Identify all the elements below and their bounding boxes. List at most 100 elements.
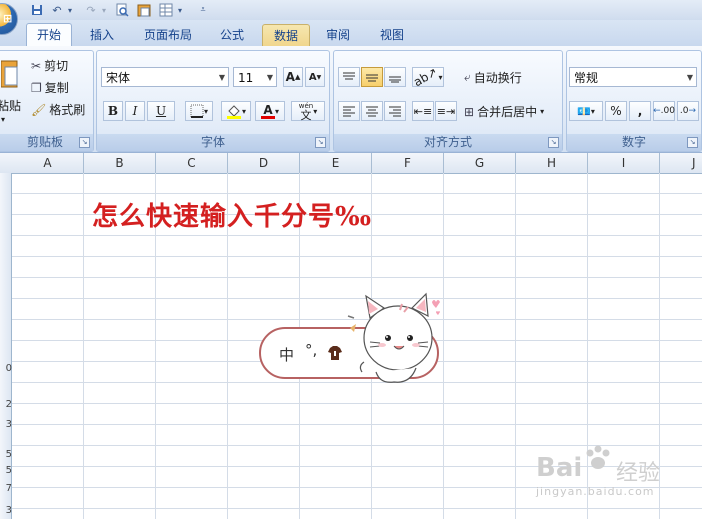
decrease-decimal-button[interactable]: .0 → <box>677 101 699 121</box>
font-color-swatch <box>260 115 275 119</box>
underline-button[interactable]: U <box>147 101 175 121</box>
accounting-format-button[interactable]: 💶 ▾ <box>569 101 603 121</box>
paste-button[interactable]: 粘贴 <box>0 97 21 114</box>
tab-page-layout[interactable]: 页面布局 <box>136 24 200 46</box>
merge-center-button[interactable]: ⊞ 合并后居中 ▾ <box>464 103 544 120</box>
decrease-indent-button[interactable]: ⇤≡ <box>412 101 434 121</box>
font-family-value: 宋体 <box>106 71 131 85</box>
row-number[interactable]: 3 <box>0 419 12 430</box>
increase-indent-button[interactable]: ≡⇥ <box>435 101 457 121</box>
cat-mascot-icon <box>347 292 440 383</box>
row-number[interactable]: 3 <box>0 505 12 516</box>
tab-view[interactable]: 视图 <box>370 24 414 46</box>
align-middle-icon <box>366 74 378 82</box>
tab-review[interactable]: 审阅 <box>316 24 360 46</box>
cut-label: 剪切 <box>44 59 69 73</box>
clipboard-group: 粘贴 ▾ ✂ 剪切 ❐ 复制 🖌 格式刷 剪贴板 ↘ <box>0 50 94 152</box>
undo-dropdown-icon[interactable]: ▾ <box>66 2 74 18</box>
redo-dropdown-icon[interactable]: ▾ <box>100 2 108 18</box>
office-logo-icon: ⊞ <box>3 12 13 25</box>
row-number[interactable]: 0 <box>0 363 12 374</box>
column-header-g[interactable]: G <box>444 153 516 173</box>
align-top-button[interactable] <box>338 67 360 87</box>
sheet-title-text: 怎么快速输入千分号‰ <box>92 202 373 232</box>
column-header-j[interactable]: J <box>660 153 702 173</box>
align-left-button[interactable] <box>338 101 360 121</box>
bold-button[interactable]: B <box>103 101 123 121</box>
print-preview-icon[interactable] <box>114 2 130 18</box>
align-middle-button[interactable] <box>361 67 383 87</box>
tab-insert[interactable]: 插入 <box>80 24 124 46</box>
column-header-e[interactable]: E <box>300 153 372 173</box>
orientation-button[interactable]: ab↗ ▾ <box>412 65 444 89</box>
customize-toolbar-icon[interactable]: ⩡ <box>198 2 208 18</box>
ime-mode-chinese[interactable]: 中 <box>279 344 294 365</box>
paint-bucket-icon <box>226 105 241 119</box>
table-icon[interactable] <box>158 2 174 18</box>
quick-access-toolbar: ⊞ ↶ ▾ ↷ ▾ ▾ ⩡ <box>0 0 702 35</box>
alignment-group-label: 对齐方式 <box>334 134 562 151</box>
alignment-launcher-icon[interactable]: ↘ <box>548 137 559 148</box>
font-color-button[interactable]: A ▾ <box>255 101 285 121</box>
format-painter-button[interactable]: 🖌 格式刷 <box>31 101 85 118</box>
column-header-c[interactable]: C <box>156 153 228 173</box>
column-header-f[interactable]: F <box>372 153 444 173</box>
baidu-watermark: Bai 经验 jingyan.baidu.com <box>536 443 696 499</box>
table-dropdown-icon[interactable]: ▾ <box>176 2 184 18</box>
column-header-a[interactable]: A <box>12 153 84 173</box>
row-number[interactable]: 7 <box>0 483 12 494</box>
phonetic-guide-button[interactable]: wén 文 ▾ <box>291 101 325 121</box>
number-group: 常规 ▼ 💶 ▾ % , ← .00 .0 → 数字 ↘ <box>566 50 702 152</box>
font-group: 宋体 ▼ 11 ▼ A ▲ A ▼ B I U ▾ ▾ A ▾ wén 文 ▾ 字体 ↘ <box>96 50 330 152</box>
tab-data[interactable]: 数据 <box>262 24 310 48</box>
align-center-icon <box>366 106 378 117</box>
number-format-select[interactable]: 常规 ▼ <box>569 67 697 87</box>
comma-button[interactable]: , <box>629 101 651 121</box>
scissors-icon: ✂ <box>31 58 42 73</box>
copy-label: 复制 <box>44 81 69 95</box>
row-number[interactable]: 2 <box>0 399 12 410</box>
tab-home[interactable]: 开始 <box>26 23 72 47</box>
column-header-h[interactable]: H <box>516 153 588 173</box>
paste-big-icon[interactable] <box>0 57 19 93</box>
fill-color-button[interactable]: ▾ <box>221 101 251 121</box>
align-right-button[interactable] <box>384 101 406 121</box>
number-format-value: 常规 <box>574 71 599 85</box>
font-size-select[interactable]: 11 ▼ <box>233 67 277 87</box>
undo-icon[interactable]: ↶ <box>50 2 64 18</box>
font-family-select[interactable]: 宋体 ▼ <box>101 67 229 87</box>
column-header-b[interactable]: B <box>84 153 156 173</box>
paste-dropdown-icon[interactable]: ▾ <box>1 115 5 124</box>
increase-indent-icon: ≡⇥ <box>436 104 456 118</box>
shrink-font-button[interactable]: A ▼ <box>305 67 325 87</box>
copy-button[interactable]: ❐ 复制 <box>31 79 69 96</box>
number-launcher-icon[interactable]: ↘ <box>687 137 698 148</box>
ribbon: 粘贴 ▾ ✂ 剪切 ❐ 复制 🖌 格式刷 剪贴板 ↘ 宋体 ▼ 11 ▼ A ▲ A ▼ B … <box>0 46 702 153</box>
tab-formulas[interactable]: 公式 <box>210 24 254 46</box>
align-center-button[interactable] <box>361 101 383 121</box>
clipboard-launcher-icon[interactable]: ↘ <box>79 137 90 148</box>
redo-icon[interactable]: ↷ <box>84 2 98 18</box>
ime-punctuation[interactable]: °, <box>305 341 317 359</box>
wrap-text-button[interactable]: ⤶ 自动换行 <box>464 69 522 86</box>
font-launcher-icon[interactable]: ↘ <box>315 137 326 148</box>
chevron-down-icon: ▼ <box>686 73 693 82</box>
phonetic-label: 文 <box>300 109 312 122</box>
font-color-letter: A <box>263 102 273 117</box>
paste-icon[interactable] <box>136 2 152 18</box>
column-header-i[interactable]: I <box>588 153 660 173</box>
italic-button[interactable]: I <box>125 101 145 121</box>
decrease-decimal-label: .0 <box>679 106 689 116</box>
save-icon[interactable] <box>30 2 44 18</box>
align-bottom-button[interactable] <box>384 67 406 87</box>
row-number[interactable]: 5 <box>0 449 12 460</box>
grow-font-button[interactable]: A ▲ <box>283 67 303 87</box>
row-number[interactable]: 5 <box>0 465 12 476</box>
percent-button[interactable]: % <box>605 101 627 121</box>
decrease-indent-icon: ⇤≡ <box>413 104 433 118</box>
column-header-d[interactable]: D <box>228 153 300 173</box>
wrap-text-icon: ⤶ <box>464 70 471 84</box>
increase-decimal-button[interactable]: ← .00 <box>653 101 675 121</box>
border-button[interactable]: ▾ <box>185 101 213 121</box>
cut-button[interactable]: ✂ 剪切 <box>31 57 68 74</box>
